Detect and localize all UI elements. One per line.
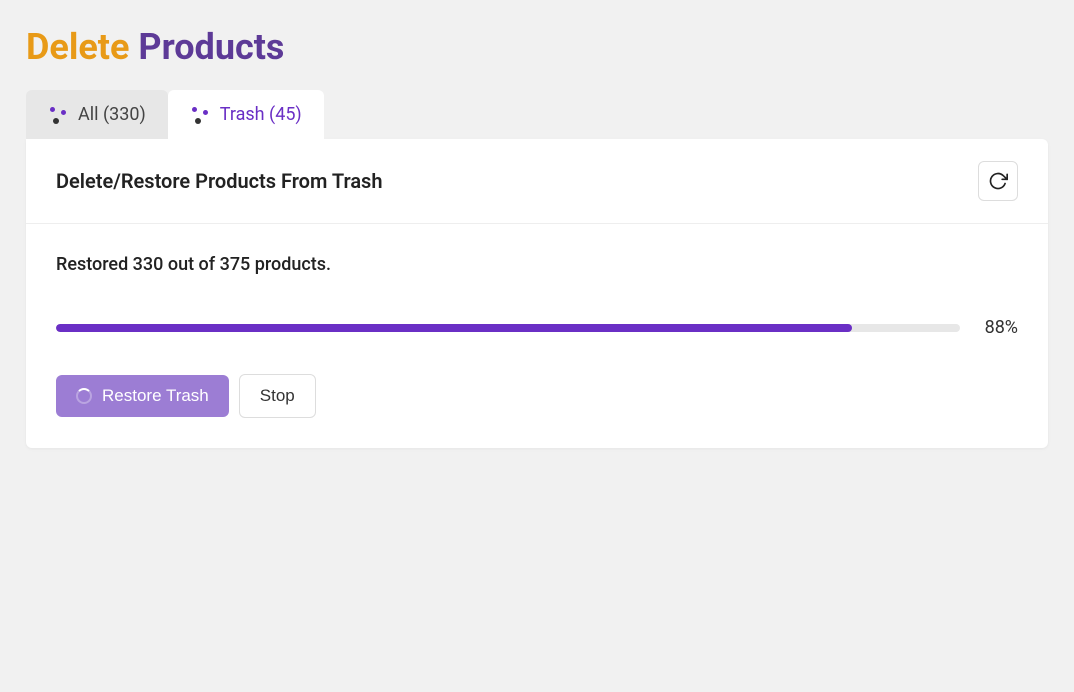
refresh-button[interactable] [978, 161, 1018, 201]
progress-percent: 88% [974, 317, 1018, 338]
stop-button[interactable]: Stop [239, 374, 316, 418]
title-part-2: Products [138, 26, 284, 68]
title-part-1: Delete [26, 26, 129, 68]
tab-label: Trash (45) [220, 104, 302, 125]
progress-row: 88% [56, 317, 1018, 338]
spinner-icon [76, 388, 92, 404]
tab-label: All (330) [78, 104, 146, 125]
restore-button-label: Restore Trash [102, 386, 209, 406]
dots-icon [190, 106, 208, 124]
progress-status: Restored 330 out of 375 products. [56, 254, 1018, 275]
panel-header: Delete/Restore Products From Trash [26, 139, 1048, 224]
page-title: Delete Products [26, 26, 1048, 68]
restore-trash-button[interactable]: Restore Trash [56, 375, 229, 417]
dots-icon [48, 106, 66, 124]
refresh-icon [988, 171, 1008, 191]
panel-body: Restored 330 out of 375 products. 88% Re… [26, 224, 1048, 448]
tab-trash[interactable]: Trash (45) [168, 90, 324, 139]
progress-fill [56, 324, 852, 332]
progress-bar [56, 324, 960, 332]
panel-title: Delete/Restore Products From Trash [56, 169, 383, 193]
tabs: All (330) Trash (45) [26, 90, 1048, 139]
stop-button-label: Stop [260, 386, 295, 406]
panel: Delete/Restore Products From Trash Resto… [26, 139, 1048, 448]
actions: Restore Trash Stop [56, 374, 1018, 418]
tab-all[interactable]: All (330) [26, 90, 168, 139]
